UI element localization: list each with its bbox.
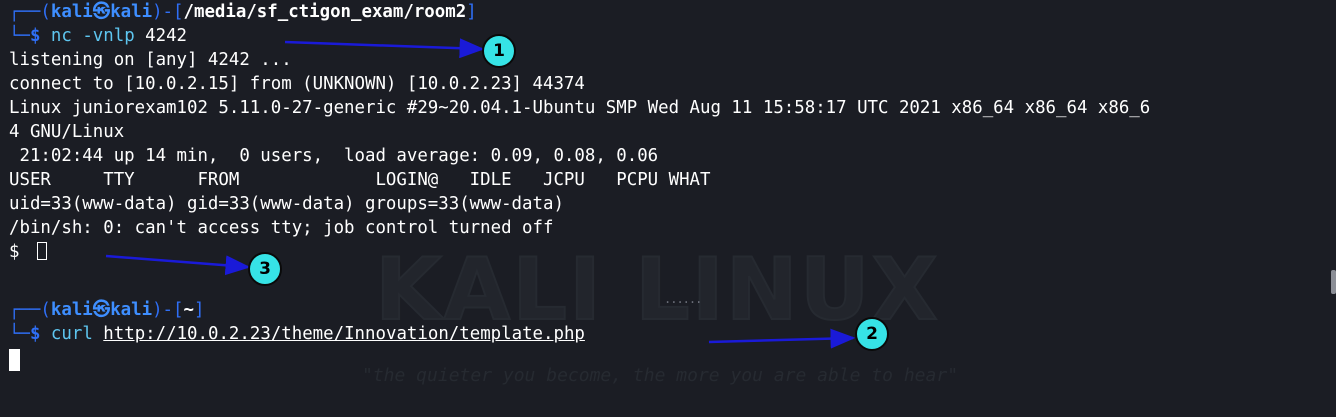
command-text: nc -vnlp [50,26,135,46]
output-line: Linux juniorexam102 5.11.0-27-generic #2… [9,98,1151,118]
output-line: 21:02:44 up 14 min, 0 users, load averag… [9,146,659,166]
annotation-badge-3: 3 [248,252,282,286]
prompt-host: kali [110,300,153,320]
terminal-pane-bottom[interactable]: ┌──(kali㉿kali)-[~] └─$ curl http://10.0.… [0,298,1320,346]
block-cursor [9,349,20,371]
shell-prompt-line[interactable]: $ [0,240,1320,264]
kali-quote-watermark: "the quieter you become, the more you ar… [362,365,959,386]
output-line: connect to [10.0.2.15] from (UNKNOWN) [1… [9,74,585,94]
terminal-pane-top[interactable]: ┌──(kali㉿kali)-[/media/sf_ctigon_exam/ro… [0,0,1320,264]
prompt-line-1: ┌──(kali㉿kali)-[/media/sf_ctigon_exam/ro… [9,2,477,22]
annotation-badge-2: 2 [855,317,889,351]
annotation-badge-1: 1 [482,34,516,68]
output-line: USER TTY FROM LOGIN@ IDLE JCPU PCPU WHAT [9,170,711,190]
prompt-user: kali [50,300,93,320]
command-arg: 4242 [134,26,188,46]
prompt-path: ~ [183,300,194,320]
shell-prompt: $ [9,242,30,262]
prompt-path: /media/sf_ctigon_exam/room2 [183,2,467,22]
prompt-host: kali [110,2,153,22]
url-link[interactable]: http://10.0.2.23/theme/Innovation/templa… [103,324,585,344]
output-line: uid=33(www-data) gid=33(www-data) groups… [9,194,564,214]
command-line-curl: └─$ curl http://10.0.2.23/theme/Innovati… [9,324,585,344]
prompt-at-symbol: ㉿ [92,300,111,320]
prompt-user: kali [50,2,93,22]
prompt-line-2: ┌──(kali㉿kali)-[~] [9,300,205,320]
scrollbar-thumb[interactable] [1331,270,1336,294]
command-line-nc: └─$ nc -vnlp 4242 [9,26,188,46]
output-line: 4 GNU/Linux [9,122,125,142]
output-line: listening on [any] 4242 ... [9,50,292,70]
text-cursor [36,242,47,260]
output-line: /bin/sh: 0: can't access tty; job contro… [9,218,554,238]
command-text: curl [50,324,93,344]
prompt-at-symbol: ㉿ [92,2,111,22]
